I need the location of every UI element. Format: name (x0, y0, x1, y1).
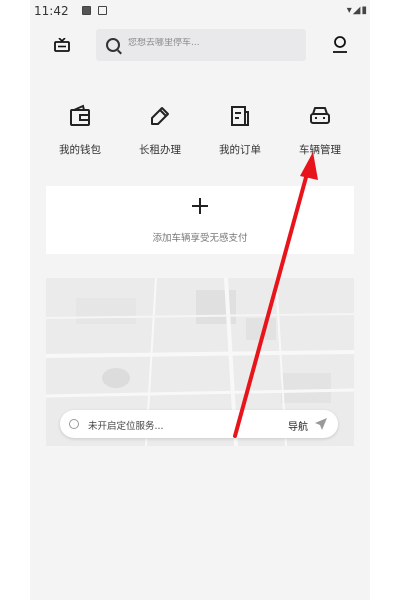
location-status-bar: 未开启定位服务... 导航 (60, 410, 338, 438)
pen-icon (151, 107, 169, 125)
menu-item-label: 我的订单 (219, 144, 261, 156)
tv-icon[interactable] (54, 38, 70, 52)
menu-item-long-rent[interactable]: 长租办理 (120, 96, 200, 157)
wallet-icon (70, 104, 90, 126)
navigate-label: 导航 (288, 422, 308, 433)
add-vehicle-text: 添加车辆享受无感支付 (152, 233, 248, 244)
car-icon (310, 107, 330, 124)
phone-screen: 11:42 ▾◢▮ 我的钱包 (30, 0, 370, 600)
user-icon[interactable] (332, 36, 348, 54)
quick-menu: 我的钱包 长租办理 我的订单 车辆管理 (30, 96, 370, 166)
map-view[interactable]: 未开启定位服务... 导航 (46, 278, 354, 446)
gallery-notification-icon (82, 6, 91, 15)
status-bar: 11:42 ▾◢▮ (30, 0, 370, 24)
signal-battery-icons: ▾◢▮ (346, 5, 368, 16)
menu-item-label: 车辆管理 (299, 144, 341, 156)
search-icon (106, 38, 120, 52)
app-notification-icon (98, 6, 107, 15)
menu-item-vehicle-management[interactable]: 车辆管理 (280, 96, 360, 157)
order-icon (231, 106, 249, 126)
search-bar[interactable] (96, 29, 306, 61)
navigation-arrow-icon (315, 418, 327, 430)
menu-item-orders[interactable]: 我的订单 (200, 96, 280, 157)
search-input[interactable] (128, 38, 298, 48)
add-vehicle-card[interactable]: 添加车辆享受无感支付 (46, 186, 354, 254)
status-time: 11:42 (34, 4, 69, 18)
menu-item-label: 长租办理 (139, 144, 181, 156)
location-icon (69, 419, 79, 429)
location-status-text: 未开启定位服务... (88, 421, 164, 432)
menu-item-label: 我的钱包 (59, 144, 101, 156)
plus-icon (192, 198, 208, 214)
menu-item-wallet[interactable]: 我的钱包 (40, 96, 120, 157)
top-header (30, 26, 370, 66)
